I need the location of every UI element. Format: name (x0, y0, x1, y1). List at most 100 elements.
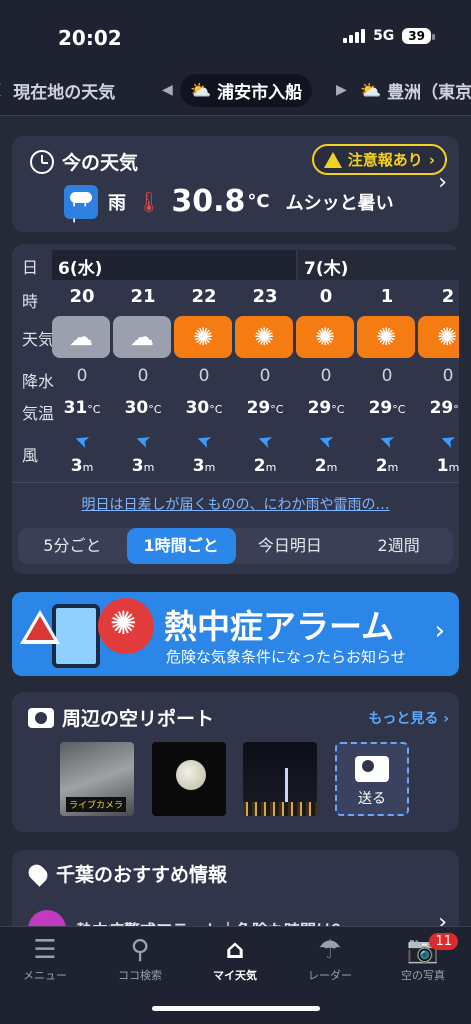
temp-value: 29°C (418, 398, 459, 418)
temp-unit: °C (392, 403, 406, 416)
moon-icon: ☾ (0, 81, 7, 101)
tower-image (285, 768, 288, 802)
temp-value: 29°C (357, 398, 417, 418)
row-label-day: 日 (22, 258, 39, 277)
temp-number: 30 (124, 398, 149, 418)
sky-photo-moon[interactable] (152, 742, 226, 816)
menu-icon: ☰ (33, 935, 57, 965)
sky-report-card: 周辺の空リポート もっと見る › ライブカメラ 送る (12, 692, 459, 832)
sun-icon: ✺ (296, 316, 354, 358)
nav-my-weather[interactable]: ⌂ マイ天気 (190, 933, 280, 983)
sun-icon: ✺ (174, 316, 232, 358)
chevron-left-icon[interactable]: ◀ (162, 82, 173, 98)
more-link[interactable]: もっと見る › (368, 708, 449, 728)
interval-segmented-control: 5分ごと 1時間ごと 今日明日 2週間 (18, 528, 453, 564)
current-temperature: 30.8 (171, 184, 246, 219)
segment-5min[interactable]: 5分ごと (18, 528, 127, 564)
wind-speed: 3m (52, 456, 112, 476)
wind-unit: m (82, 461, 94, 474)
clock-icon (30, 149, 54, 174)
location-tab-next[interactable]: ⛅ 豊洲（東京 (360, 78, 471, 104)
wind-direction-icon: ➤ (376, 428, 398, 453)
temp-value: 29°C (296, 398, 356, 418)
segment-2weeks[interactable]: 2週間 (344, 528, 453, 564)
hourly-forecast-card: 日 時 天気 降水 気温 風 6(水) 7(木) 20 ☁ 0 31°C ➤ 3m 21 ☁ 0… (12, 244, 459, 574)
alarm-title: 熱中症アラーム (164, 607, 395, 646)
location-tab-current[interactable]: ☾ 現在地の天気 (0, 78, 115, 104)
wind-direction-icon: ➤ (254, 428, 276, 453)
current-weather-card[interactable]: 今の天気 注意報あり › 雨 🌡 30.8 °C ムシッと暑い › (12, 136, 459, 233)
nav-menu-label: メニュー (23, 969, 67, 982)
temp-unit: °C (270, 403, 284, 416)
feel-label: ムシッと暑い (285, 192, 394, 214)
wind-unit: m (204, 461, 216, 474)
temp-number: 30 (185, 398, 210, 418)
date-today: 6(水) (52, 250, 296, 280)
chiba-title: 千葉のおすすめ情報 (25, 860, 228, 887)
location-label: 豊洲（東京 (387, 83, 471, 103)
wind-direction-icon: ➤ (315, 428, 337, 453)
nav-sky-photo[interactable]: 📷 空の写真 11 (378, 933, 468, 983)
wind-number: 3 (70, 456, 83, 476)
warning-badge[interactable]: 注意報あり › (311, 144, 447, 175)
temp-value: 29°C (235, 398, 295, 418)
nav-radar[interactable]: ☂ レーダー (285, 933, 375, 983)
hour-label: 20 (69, 286, 95, 307)
precip-value: 0 (381, 366, 393, 386)
post-photo-button[interactable]: 送る (335, 742, 409, 816)
warning-icon-inner (26, 616, 54, 640)
wind-unit: m (326, 461, 338, 474)
warning-icon (323, 151, 342, 168)
forecast-summary-link[interactable]: 明日は日差しが届くものの、にわか雨や雷雨の… (12, 494, 459, 514)
current-weather-title: 今の天気 (30, 148, 138, 175)
row-label-precip: 降水 (22, 372, 55, 391)
cloud-icon: ☁ (113, 316, 171, 358)
home-indicator (152, 1006, 320, 1011)
segment-1hour[interactable]: 1時間ごと (126, 528, 236, 564)
precip-value: 0 (442, 366, 454, 386)
warning-label: 注意報あり (347, 151, 423, 169)
location-tabs: ☾ 現在地の天気 ◀ ⛅ 浦安市入船 ▶ ⛅ 豊洲（東京 (0, 70, 471, 116)
wind-speed: 1m (418, 456, 459, 476)
location-pin-icon (25, 860, 51, 887)
nav-radar-label: レーダー (308, 969, 352, 982)
umbrella-icon: ☂ (318, 935, 342, 965)
moon-image (176, 760, 206, 790)
home-icon: ⌂ (225, 935, 245, 965)
wind-number: 2 (314, 456, 327, 476)
row-label-hour: 時 (22, 292, 39, 311)
sun-icon: ✺ (235, 316, 293, 358)
row-label-wind: 風 (22, 446, 39, 465)
battery-icon: 39 (402, 28, 435, 44)
wind-speed: 2m (235, 456, 295, 476)
chiba-heading: 千葉のおすすめ情報 (56, 864, 228, 886)
partly-cloudy-icon: ⛅ (190, 80, 212, 101)
sun-icon: ✺ (418, 316, 459, 358)
temperature-unit: °C (247, 191, 270, 212)
temp-value: 30°C (174, 398, 234, 418)
segment-today-tomorrow[interactable]: 今日明日 (236, 528, 345, 564)
date-band: 6(水) 7(木) (52, 250, 459, 280)
sky-photo-skyline[interactable] (243, 742, 317, 816)
hour-label: 0 (319, 286, 333, 307)
sky-photo-live[interactable]: ライブカメラ (60, 742, 134, 816)
wind-speed: 2m (357, 456, 417, 476)
precip-value: 0 (76, 366, 88, 386)
hour-label: 23 (252, 286, 278, 307)
row-label-weather: 天気 (22, 330, 55, 349)
signal-icon (343, 29, 366, 43)
location-tab-active[interactable]: ⛅ 浦安市入船 (180, 74, 313, 107)
nav-search[interactable]: ⚲ ココ検索 (95, 933, 185, 983)
nav-menu[interactable]: ☰ メニュー (0, 933, 90, 983)
thermometer-icon: 🌡 (136, 189, 162, 214)
heatstroke-alarm-banner[interactable]: 熱中症アラーム 危険な気象条件になったらお知らせ › (12, 592, 459, 676)
temp-number: 29 (429, 398, 454, 418)
temp-value: 31°C (52, 398, 112, 418)
chevron-right-icon[interactable]: ▶ (336, 82, 347, 98)
precip-value: 0 (259, 366, 271, 386)
chevron-right-icon: › (428, 150, 435, 169)
row-label-temp: 気温 (22, 404, 55, 423)
nav-photo-label: 空の写真 (401, 969, 445, 982)
chevron-right-icon: › (438, 170, 447, 195)
live-camera-label: ライブカメラ (66, 797, 127, 812)
